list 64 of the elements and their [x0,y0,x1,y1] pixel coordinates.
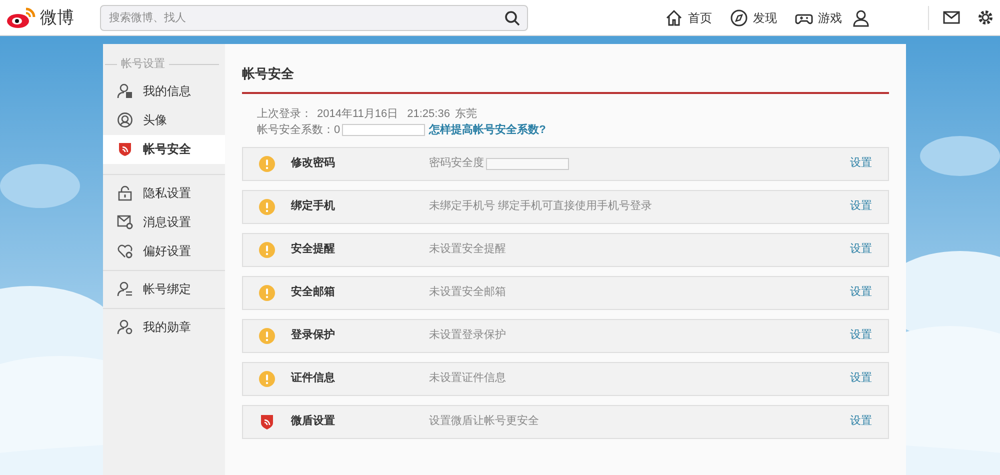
row-description: 未设置证件信息 [429,371,506,386]
score-label: 帐号安全系数：0 [257,122,340,138]
user-card-icon [117,83,133,99]
set-link[interactable]: 设置 [850,413,872,430]
nav-link[interactable]: 游戏 [795,8,842,26]
user-medal-icon [117,319,133,335]
group-label: 帐号设置 [121,57,165,72]
compass-icon [730,8,748,26]
row-description: 未绑定手机号 绑定手机可直接使用手机号登录 [429,198,652,214]
row-title: 绑定手机 [291,198,336,214]
row-description: 密码安全度 [429,156,484,172]
search-field[interactable]: 搜索微博、找人 [100,4,528,30]
set-link[interactable]: 设置 [850,198,872,215]
sidebar-item[interactable]: 偏好设置 [103,236,225,266]
row-title: 登录保护 [291,328,336,344]
settings-icon[interactable] [977,9,994,26]
user-icon[interactable] [852,8,870,26]
lock-icon [117,185,133,201]
warning-icon [259,328,275,344]
nav-link[interactable]: 首页 [665,8,712,26]
set-link[interactable]: 设置 [850,155,872,172]
warning-icon [259,242,275,258]
sidebar-item[interactable]: 我的勋章 [103,312,225,342]
row-title: 证件信息 [291,370,336,386]
sidebar-item[interactable]: 帐号安全 [103,134,225,164]
set-link[interactable]: 设置 [850,327,872,344]
set-link[interactable]: 设置 [850,284,872,301]
sidebar-item[interactable]: 我的信息 [103,76,225,106]
row-description: 未设置安全提醒 [429,242,506,258]
shield-icon [117,141,133,157]
home-icon [665,8,683,26]
search-icon[interactable] [504,10,520,26]
avatar-icon [117,112,133,128]
login-place: 东莞 [454,106,477,122]
set-link[interactable]: 设置 [850,370,872,387]
set-link[interactable]: 设置 [850,241,872,258]
login-label: 上次登录： [257,106,312,122]
row-title: 安全提醒 [291,242,336,258]
sidebar-item[interactable]: 帐号绑定 [103,274,225,304]
row-description: 未设置登录保护 [429,328,506,344]
row-title: 安全邮箱 [291,284,336,300]
mail-gear-icon [117,214,133,230]
row-description: 未设置安全邮箱 [429,284,506,300]
sidebar-item[interactable]: 头像 [103,106,225,134]
warning-icon [259,284,275,300]
row-title: 微盾设置 [291,414,336,430]
warning-icon [259,370,275,386]
help-link[interactable]: 怎样提高帐号安全系数? [429,122,546,138]
logo-icon [6,6,36,28]
row-description: 设置微盾让帐号更安全 [429,414,539,430]
logo-text: 微博 [40,6,74,29]
shield-icon [259,414,275,430]
heart-gear-icon [117,243,133,259]
sidebar-item[interactable]: 消息设置 [103,208,225,236]
row-title: 修改密码 [291,156,336,172]
login-date: 2014年11月16日 [317,106,398,122]
login-time: 21:25:36 [407,106,450,122]
warning-icon [259,198,275,214]
user-icon [117,281,133,297]
nav-link[interactable]: 发现 [730,8,777,26]
section-title: 帐号安全 [242,64,889,94]
warning-icon [259,156,275,172]
sidebar-item[interactable]: 隐私设置 [103,178,225,208]
mail-icon[interactable] [943,11,960,24]
